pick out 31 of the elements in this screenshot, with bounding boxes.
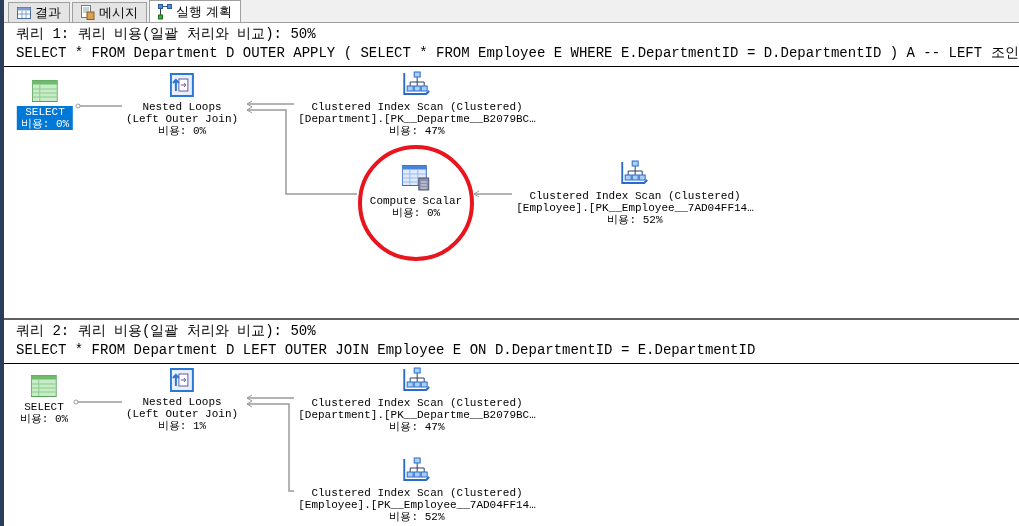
query-cost-header: 쿼리 2: 쿼리 비용(일괄 처리와 비교): 50% xyxy=(16,322,317,341)
query-sql-text: SELECT * FROM Department D LEFT OUTER JOIN Employee E ON D.DepartmentID = E.DepartmentID xyxy=(16,341,757,360)
plan-node-label[interactable]: Clustered Index Scan (Clustered) [Department].[PK__Departme__B2079BC… 비용: 47% xyxy=(294,397,540,433)
hierarchy-icon xyxy=(403,457,431,483)
table-calculator-icon xyxy=(402,165,430,191)
document-icon xyxy=(81,5,95,20)
tab[interactable]: 결과 xyxy=(8,2,70,22)
table-icon xyxy=(32,80,58,102)
plan-node-label[interactable]: Clustered Index Scan (Clustered) [Employee].[PK__Employee__7AD04FF14… 비용: 52% xyxy=(294,487,540,523)
plan-icon xyxy=(158,3,172,20)
tab[interactable]: 실행 계획 xyxy=(149,0,241,22)
connector-arrow xyxy=(73,399,123,405)
plan-node-label[interactable]: Compute Scalar 비용: 0% xyxy=(365,195,467,219)
hierarchy-icon xyxy=(621,160,649,186)
plan-node-label[interactable]: Nested Loops (Left Outer Join) 비용: 0% xyxy=(121,101,243,137)
plan-node-label[interactable]: SELECT 비용: 0% xyxy=(15,401,73,425)
plan-node-label[interactable]: Clustered Index Scan (Clustered) [Department].[PK__Departme__B2079BC… 비용: 47% xyxy=(294,101,540,137)
query-sql-text: SELECT * FROM Department D OUTER APPLY ( SELECT * FROM Employee E WHERE E.DepartmentID = D.DepartmentID ) A -- LEFT 조인 xyxy=(16,44,1019,63)
connector-arrow xyxy=(473,190,513,198)
query-cost-header: 쿼리 1: 쿼리 비용(일괄 처리와 비교): 50% xyxy=(16,25,317,44)
loop-icon xyxy=(170,73,194,97)
plan-node-label[interactable]: Nested Loops (Left Outer Join) 비용: 1% xyxy=(121,396,243,432)
connector-arrow xyxy=(75,103,123,109)
tab[interactable]: 메시지 xyxy=(72,2,147,22)
plan-node-label[interactable]: SELECT 비용: 0% xyxy=(16,106,74,130)
loop-icon xyxy=(170,368,194,392)
table-icon xyxy=(31,375,57,397)
grid-icon xyxy=(17,6,31,19)
plan-node-label[interactable]: Clustered Index Scan (Clustered) [Employee].[PK__Employee__7AD04FF14… 비용: 52% xyxy=(512,190,758,226)
hierarchy-icon xyxy=(403,71,431,97)
hierarchy-icon xyxy=(403,367,431,393)
